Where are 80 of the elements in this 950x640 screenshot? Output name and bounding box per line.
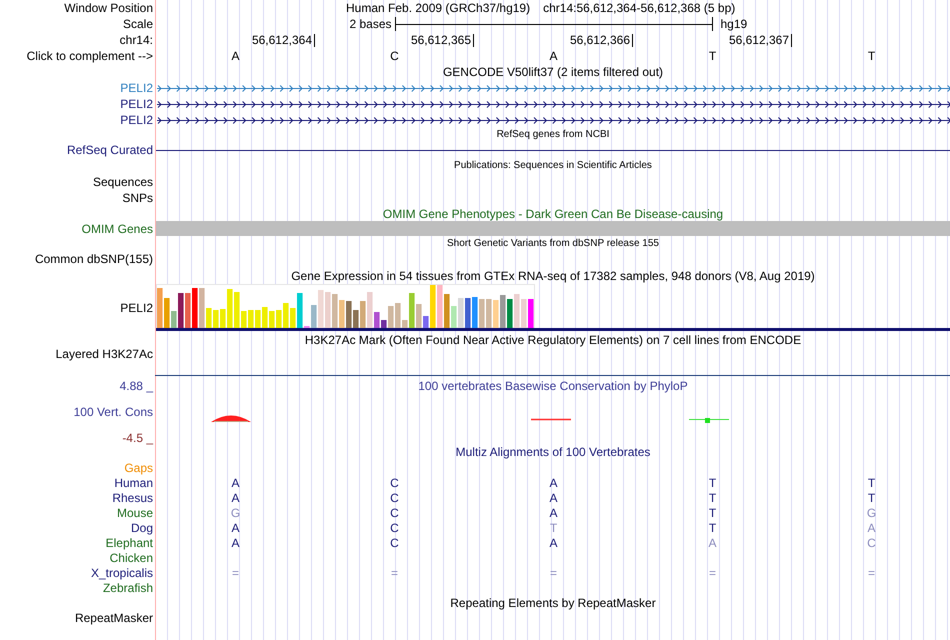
track-label[interactable]: 100 Vert. Cons bbox=[74, 406, 153, 418]
position-label: 56,612,366 bbox=[570, 34, 633, 46]
base-letter: G bbox=[230, 506, 240, 518]
track-label[interactable]: Sequences bbox=[92, 176, 153, 188]
base-letter: T bbox=[708, 492, 716, 504]
track-label: Window Position bbox=[64, 2, 153, 14]
base-letter: = bbox=[390, 566, 398, 578]
base-letter: = bbox=[868, 566, 875, 578]
track-title: H3K27Ac Mark (Often Found Near Active Regulatory Elements) on 7 cell lines from ENCODE bbox=[304, 334, 802, 346]
base-letter: A bbox=[549, 476, 558, 488]
track-label[interactable]: Human bbox=[114, 476, 153, 488]
base-letter: T bbox=[708, 506, 716, 518]
scale-span-label: 2 bases bbox=[349, 18, 392, 30]
base-letter: A bbox=[549, 536, 558, 548]
track-title: Multiz Alignments of 100 Vertebrates bbox=[456, 446, 650, 458]
track-label[interactable]: OMIM Genes bbox=[82, 222, 153, 234]
assembly-label: hg19 bbox=[720, 18, 748, 30]
base-letter: T bbox=[868, 492, 876, 504]
track-title: 100 vertebrates Basewise Conservation by PhyloP bbox=[418, 380, 688, 392]
base-letter: A bbox=[231, 476, 240, 488]
track-title: Gene Expression in 54 tissues from GTEx RNA-seq of 17382 samples, 948 donors (V8, Aug 2019) bbox=[291, 270, 815, 282]
track-title: Publications: Sequences in Scientific Articles bbox=[454, 161, 652, 171]
base-letter: A bbox=[549, 492, 558, 504]
base-letter: A bbox=[549, 506, 558, 518]
base-letter: C bbox=[390, 522, 399, 534]
track-label[interactable]: Layered H3K27Ac bbox=[56, 348, 153, 360]
track-label[interactable]: Click to complement --> bbox=[26, 50, 153, 62]
position-label: 56,612,367 bbox=[728, 34, 792, 46]
base-letter: A bbox=[708, 536, 716, 548]
track-label[interactable]: SNPs bbox=[122, 192, 153, 204]
base-letter[interactable]: A bbox=[231, 50, 240, 62]
expression-bars-drawing[interactable] bbox=[156, 284, 535, 328]
base-letter: C bbox=[867, 536, 876, 548]
base-letter: C bbox=[390, 492, 399, 504]
track-label[interactable]: Rhesus bbox=[112, 492, 153, 504]
track-label[interactable]: RepeatMasker bbox=[74, 612, 153, 624]
track-title: GENCODE V50lift37 (2 items filtered out) bbox=[442, 66, 664, 78]
base-letter: C bbox=[390, 476, 399, 488]
track-title: Repeating Elements by RepeatMasker bbox=[450, 596, 656, 608]
base-letter: T bbox=[550, 522, 558, 534]
track-label[interactable]: Common dbSNP(155) bbox=[34, 253, 153, 265]
base-letter: C bbox=[390, 536, 399, 548]
base-letter: A bbox=[867, 522, 876, 534]
base-letter: A bbox=[231, 492, 240, 504]
track-label[interactable]: PELI2 bbox=[120, 98, 153, 110]
track-label[interactable]: Mouse bbox=[116, 506, 153, 518]
track-label[interactable]: Elephant bbox=[106, 536, 153, 548]
track-label: chr14: bbox=[120, 34, 153, 46]
track-label[interactable]: X_tropicalis bbox=[90, 566, 153, 578]
base-letter: A bbox=[231, 522, 240, 534]
axis-label: 4.88 _ bbox=[120, 380, 153, 392]
base-letter[interactable]: T bbox=[708, 50, 716, 62]
base-letter[interactable]: T bbox=[868, 50, 876, 62]
track-title: Short Genetic Variants from dbSNP release 155 bbox=[447, 238, 659, 248]
track-label[interactable]: PELI2 bbox=[120, 114, 153, 126]
track-title: RefSeq genes from NCBI bbox=[496, 130, 610, 140]
track-label[interactable]: PELI2 bbox=[120, 302, 153, 314]
track-label: Scale bbox=[122, 18, 153, 30]
base-letter: = bbox=[232, 566, 239, 578]
base-letter: T bbox=[708, 476, 716, 488]
track-label[interactable]: Chicken bbox=[110, 552, 153, 564]
axis-label: -4.5 _ bbox=[122, 432, 153, 444]
base-letter[interactable]: C bbox=[390, 50, 399, 62]
track-label[interactable]: Zebrafish bbox=[102, 582, 153, 594]
assembly-title: Human Feb. 2009 (GRCh37/hg19) bbox=[346, 2, 530, 14]
base-letter: T bbox=[868, 476, 876, 488]
track-title: OMIM Gene Phenotypes - Dark Green Can Be Disease-causing bbox=[382, 208, 724, 220]
base-letter[interactable]: A bbox=[549, 50, 558, 62]
position-label: 56,612,365 bbox=[410, 34, 474, 46]
track-label[interactable]: RefSeq Curated bbox=[66, 144, 153, 156]
base-letter: = bbox=[550, 566, 557, 578]
base-letter: T bbox=[708, 522, 716, 534]
position-label: 56,612,364 bbox=[252, 34, 315, 46]
position-text: chr14:56,612,364-56,612,368 (5 bp) bbox=[543, 2, 736, 14]
base-letter: = bbox=[708, 566, 716, 578]
track-label[interactable]: Dog bbox=[130, 522, 153, 534]
base-letter: C bbox=[390, 506, 399, 518]
base-letter: G bbox=[866, 506, 876, 518]
base-letter: A bbox=[231, 536, 240, 548]
track-label[interactable]: PELI2 bbox=[120, 82, 153, 94]
